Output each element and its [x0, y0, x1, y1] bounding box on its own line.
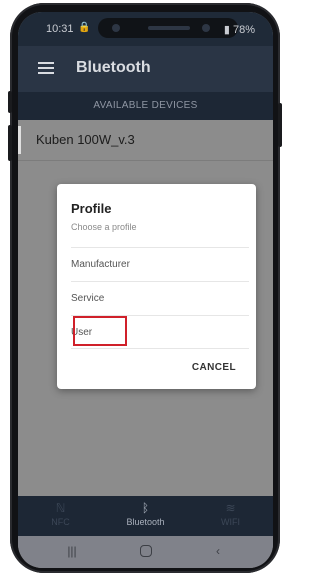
profile-dialog: Profile Choose a profile Manufacturer Se… [57, 184, 256, 389]
back-icon[interactable]: ‹ [208, 544, 228, 560]
sensor-icon [202, 24, 210, 32]
nav-item-bluetooth[interactable]: ᛒ Bluetooth [103, 496, 188, 536]
battery-indicator: ▮ 78% [224, 23, 255, 36]
recent-apps-icon[interactable]: ||| [62, 544, 82, 560]
bottom-navigation: ℕ NFC ᛒ Bluetooth ≋ WIFI [18, 496, 273, 536]
device-list-item[interactable]: Kuben 100W_v.3 [18, 120, 273, 161]
profile-option-service[interactable]: Service [71, 281, 249, 315]
cancel-button[interactable]: CANCEL [192, 362, 236, 373]
dialog-subtitle: Choose a profile [71, 222, 137, 232]
bluetooth-icon: ᛒ [141, 501, 150, 515]
profile-option-user[interactable]: User [71, 315, 249, 349]
hamburger-menu-icon[interactable] [38, 62, 54, 74]
power-button [278, 103, 282, 147]
selection-indicator [18, 126, 21, 154]
section-header: AVAILABLE DEVICES [18, 92, 273, 120]
camera-icon [112, 24, 120, 32]
app-title: Bluetooth [76, 59, 151, 76]
speaker-grille [148, 26, 190, 30]
nav-label: Bluetooth [126, 517, 165, 527]
device-name: Kuben 100W_v.3 [36, 132, 135, 147]
phone-screen: 10:31 🔒 ▮ 78% Bluetooth AVAILABLE DEVICE… [18, 12, 273, 568]
status-bar: 10:31 🔒 ▮ 78% [18, 12, 273, 46]
volume-button [8, 125, 12, 161]
nav-label: WIFI [221, 517, 240, 527]
battery-percent: 78% [232, 24, 255, 36]
profile-option-manufacturer[interactable]: Manufacturer [71, 247, 249, 281]
nav-label: NFC [51, 517, 70, 527]
nav-item-nfc[interactable]: ℕ NFC [18, 496, 103, 536]
highlight-box [73, 316, 127, 346]
option-label: Manufacturer [71, 259, 130, 270]
home-icon[interactable] [136, 544, 156, 560]
status-time: 10:31 [46, 23, 74, 35]
volume-button [8, 91, 12, 113]
option-label: Service [71, 293, 105, 304]
wifi-icon: ≋ [225, 501, 236, 515]
nfc-icon: ℕ [55, 501, 66, 515]
system-navigation-bar: ||| ‹ [18, 536, 273, 568]
nav-item-wifi[interactable]: ≋ WIFI [188, 496, 273, 536]
app-bar: Bluetooth [18, 46, 273, 92]
signal-icon: ▮ [223, 24, 233, 36]
lock-icon: 🔒 [78, 22, 91, 33]
dialog-title: Profile [71, 201, 112, 216]
camera-strip [98, 18, 238, 38]
